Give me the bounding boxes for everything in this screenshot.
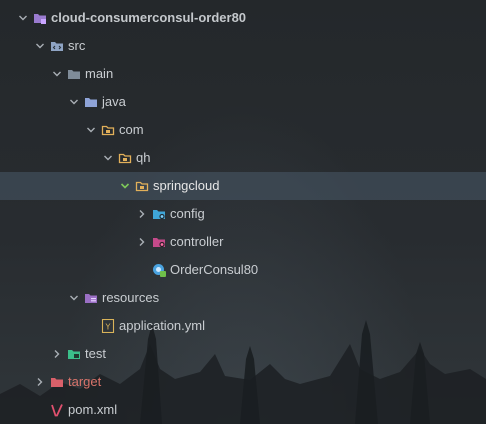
java-source-root-icon: [84, 95, 98, 109]
chevron-down-icon[interactable]: [35, 41, 45, 51]
tree-node-label: com: [119, 122, 144, 137]
tree-node-label: target: [68, 374, 102, 389]
package-icon: [118, 151, 132, 165]
tree-node-label: java: [102, 94, 126, 109]
module-folder-icon: [33, 11, 47, 25]
chevron-down-icon[interactable]: [52, 69, 62, 79]
tree-node-resources[interactable]: resources: [0, 284, 486, 312]
test-folder-icon: [67, 347, 81, 361]
tree-node-root[interactable]: cloud-consumerconsul-order80: [0, 4, 486, 32]
project-tree: cloud-consumerconsul-order80 src main ja…: [0, 0, 486, 424]
chevron-down-icon[interactable]: [86, 125, 96, 135]
tree-node-label: OrderConsul80: [170, 262, 259, 277]
tree-node-orderconsul80[interactable]: OrderConsul80: [0, 256, 486, 284]
tree-node-com[interactable]: com: [0, 116, 486, 144]
maven-icon: [50, 403, 64, 417]
tree-node-label: test: [85, 346, 106, 361]
yaml-file-icon: Y: [101, 318, 115, 334]
source-folder-icon: [50, 39, 64, 53]
tree-node-label: resources: [102, 290, 160, 305]
tree-node-qh[interactable]: qh: [0, 144, 486, 172]
tree-node-springcloud[interactable]: springcloud: [0, 172, 486, 200]
tree-node-label: application.yml: [119, 318, 205, 333]
controller-package-icon: [152, 235, 166, 249]
svg-text:Y: Y: [105, 323, 111, 332]
spring-boot-class-icon: [152, 263, 166, 277]
tree-node-label: qh: [136, 150, 151, 165]
tree-node-test[interactable]: test: [0, 340, 486, 368]
tree-node-config[interactable]: config: [0, 200, 486, 228]
tree-node-main[interactable]: main: [0, 60, 486, 88]
resources-folder-icon: [84, 291, 98, 305]
tree-node-label: controller: [170, 234, 224, 249]
tree-node-src[interactable]: src: [0, 32, 486, 60]
tree-node-pom-xml[interactable]: pom.xml: [0, 396, 486, 424]
chevron-down-icon[interactable]: [69, 293, 79, 303]
tree-node-application-yml[interactable]: Y application.yml: [0, 312, 486, 340]
chevron-right-icon[interactable]: [52, 349, 62, 359]
chevron-right-icon[interactable]: [137, 237, 147, 247]
chevron-down-icon[interactable]: [103, 153, 113, 163]
package-icon: [135, 179, 149, 193]
chevron-down-icon[interactable]: [120, 181, 130, 191]
tree-node-java[interactable]: java: [0, 88, 486, 116]
tree-node-label: main: [85, 66, 114, 81]
tree-node-label: src: [68, 38, 86, 53]
tree-node-controller[interactable]: controller: [0, 228, 486, 256]
package-icon: [101, 123, 115, 137]
config-package-icon: [152, 207, 166, 221]
tree-node-label: springcloud: [153, 178, 220, 193]
chevron-down-icon[interactable]: [18, 13, 28, 23]
chevron-down-icon[interactable]: [69, 97, 79, 107]
tree-node-target[interactable]: target: [0, 368, 486, 396]
tree-node-label: config: [170, 206, 205, 221]
tree-node-label: pom.xml: [68, 402, 118, 417]
tree-node-label: cloud-consumerconsul-order80: [51, 10, 247, 25]
folder-icon: [67, 67, 81, 81]
chevron-right-icon[interactable]: [137, 209, 147, 219]
excluded-folder-icon: [50, 375, 64, 389]
chevron-right-icon[interactable]: [35, 377, 45, 387]
